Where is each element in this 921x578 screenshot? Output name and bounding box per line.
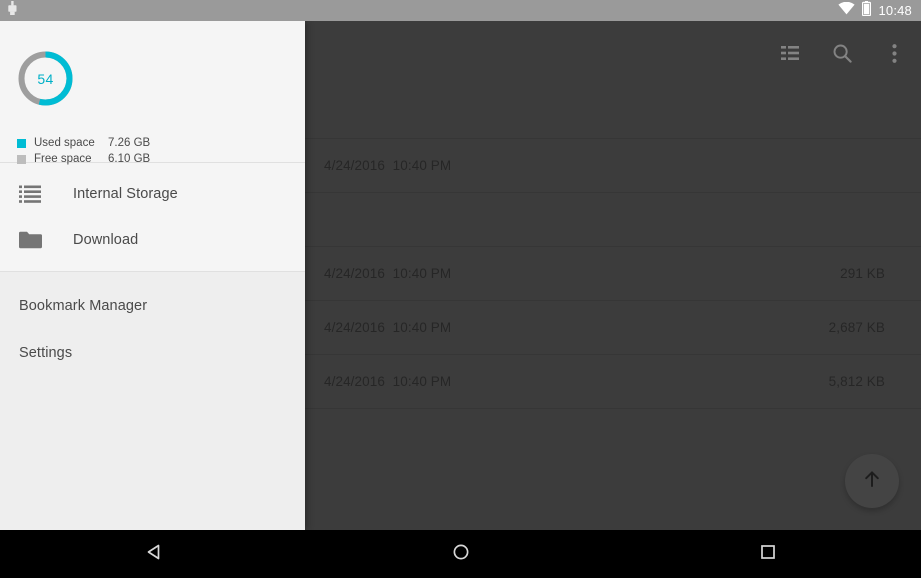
navigation-drawer: 54 Used space 7.26 GB Free space 6.10 GB <box>0 21 305 530</box>
status-bar: 10:48 <box>0 0 921 21</box>
triangle-left-icon <box>144 542 164 567</box>
device-screen: 4/24/2016 10:40 PM 4/24/2016 10:40 PM 29… <box>0 0 921 578</box>
system-navigation-bar <box>0 530 921 578</box>
sidebar-item-download[interactable]: Download <box>0 217 305 263</box>
sidebar-item-label: Bookmark Manager <box>19 297 148 314</box>
storage-summary-header: 54 Used space 7.26 GB Free space 6.10 GB <box>0 21 305 165</box>
home-button[interactable] <box>307 530 614 578</box>
back-button[interactable] <box>0 530 307 578</box>
square-icon <box>758 542 778 567</box>
status-bar-notifications <box>0 0 19 21</box>
recents-button[interactable] <box>614 530 921 578</box>
storage-list-icon <box>19 182 47 206</box>
drawer-section-storage: Internal Storage Download <box>0 163 305 272</box>
status-bar-clock: 10:48 <box>878 2 912 18</box>
drawer-section-general: Bookmark Manager Settings <box>0 272 305 384</box>
sidebar-item-label: Internal Storage <box>73 186 178 202</box>
sidebar-item-bookmark-manager[interactable]: Bookmark Manager <box>0 282 305 329</box>
circle-icon <box>451 542 471 567</box>
sidebar-item-settings[interactable]: Settings <box>0 329 305 376</box>
legend-label-used: Used space <box>34 137 95 149</box>
sidebar-item-internal-storage[interactable]: Internal Storage <box>0 171 305 217</box>
drawer-scrim[interactable] <box>305 21 921 530</box>
storage-legend: Used space 7.26 GB Free space 6.10 GB <box>17 135 150 167</box>
legend-label-free: Free space <box>34 153 92 165</box>
usb-connection-icon <box>6 0 19 21</box>
legend-item-free: Free space 6.10 GB <box>17 151 150 167</box>
legend-value-free: 6.10 GB <box>108 153 151 165</box>
storage-percent-label: 54 <box>37 70 54 87</box>
legend-swatch-free-icon <box>17 154 26 164</box>
status-bar-system-icons: 10:48 <box>838 0 921 21</box>
battery-icon <box>862 0 872 21</box>
legend-value-used: 7.26 GB <box>108 137 151 149</box>
legend-swatch-used-icon <box>17 138 26 148</box>
legend-item-used: Used space 7.26 GB <box>17 135 150 151</box>
sidebar-item-label: Download <box>73 232 139 248</box>
folder-icon <box>19 228 47 252</box>
sidebar-item-label: Settings <box>19 344 73 361</box>
storage-donut-chart: 54 <box>16 49 75 108</box>
wifi-icon <box>838 1 856 20</box>
